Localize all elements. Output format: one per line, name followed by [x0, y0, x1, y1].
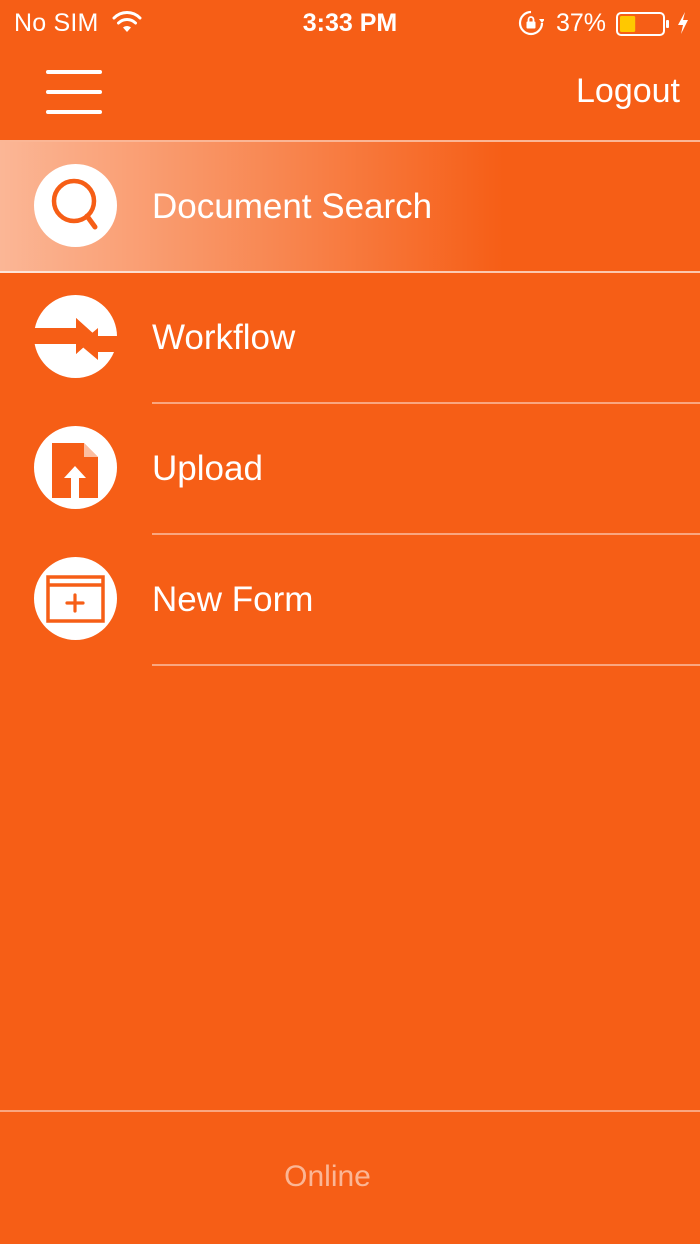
search-icon [34, 164, 117, 247]
logout-button[interactable]: Logout [576, 72, 680, 111]
menu-item-upload[interactable]: Upload [0, 404, 700, 535]
new-form-icon [34, 557, 117, 640]
side-menu: Document Search Workflow Upload New Form [0, 142, 700, 666]
battery-fill [620, 16, 636, 32]
divider [152, 664, 700, 666]
menu-item-label: New Form [152, 580, 314, 619]
battery-icon [616, 12, 669, 36]
status-bar: No SIM 3:33 PM 37% [0, 0, 700, 46]
upload-document-icon [34, 426, 117, 509]
menu-item-label: Document Search [152, 187, 433, 226]
rotation-lock-icon [518, 10, 544, 36]
navigation-bar: Logout [0, 46, 700, 140]
menu-item-label: Upload [152, 449, 263, 488]
menu-item-new-form[interactable]: New Form [0, 535, 700, 666]
footer-divider [0, 1110, 700, 1112]
menu-item-workflow[interactable]: Workflow [0, 273, 700, 404]
charging-bolt-icon [678, 12, 688, 34]
connection-status: Online [284, 1160, 371, 1193]
battery-percent: 37% [556, 9, 607, 37]
workflow-arrows-icon [34, 295, 117, 378]
menu-item-label: Workflow [152, 318, 296, 357]
hamburger-menu-icon[interactable] [38, 64, 108, 120]
menu-item-document-search[interactable]: Document Search [0, 142, 700, 273]
